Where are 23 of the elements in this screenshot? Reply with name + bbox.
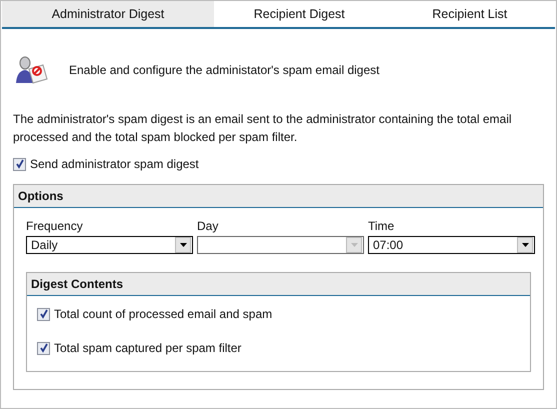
description-text: The administrator's spam digest is an email sent to the administrator containing the total email processed and the total spam blocked per spam filter. [13,111,513,146]
field-label: Time [368,219,396,233]
caret-icon [522,243,528,247]
checkbox[interactable] [37,308,50,320]
field-label: Frequency [26,219,84,233]
field-label: Day [197,219,220,233]
checkbox[interactable] [13,158,26,170]
user-mail-icon [15,55,49,85]
caret-icon [180,243,186,247]
panel-title: Digest Contents [27,273,530,296]
checkbox-label: Total spam captured per spam filter [54,341,242,355]
tab[interactable]: Administrator Digest [2,1,214,27]
panel-title: Options [14,185,543,208]
dropdown[interactable]: Daily [26,236,193,254]
header-text: Enable and configure the administator's spam email digest [69,63,380,77]
tick-icon [38,309,48,319]
tick-icon [38,343,48,353]
dropdown[interactable]: 07:00 [368,236,535,254]
checkbox[interactable] [37,342,50,354]
tick-icon [14,159,24,169]
checkbox-label: Send administrator spam digest [30,157,199,171]
caret-icon [350,243,358,247]
checkbox-label: Total count of processed email and spam [54,307,272,321]
